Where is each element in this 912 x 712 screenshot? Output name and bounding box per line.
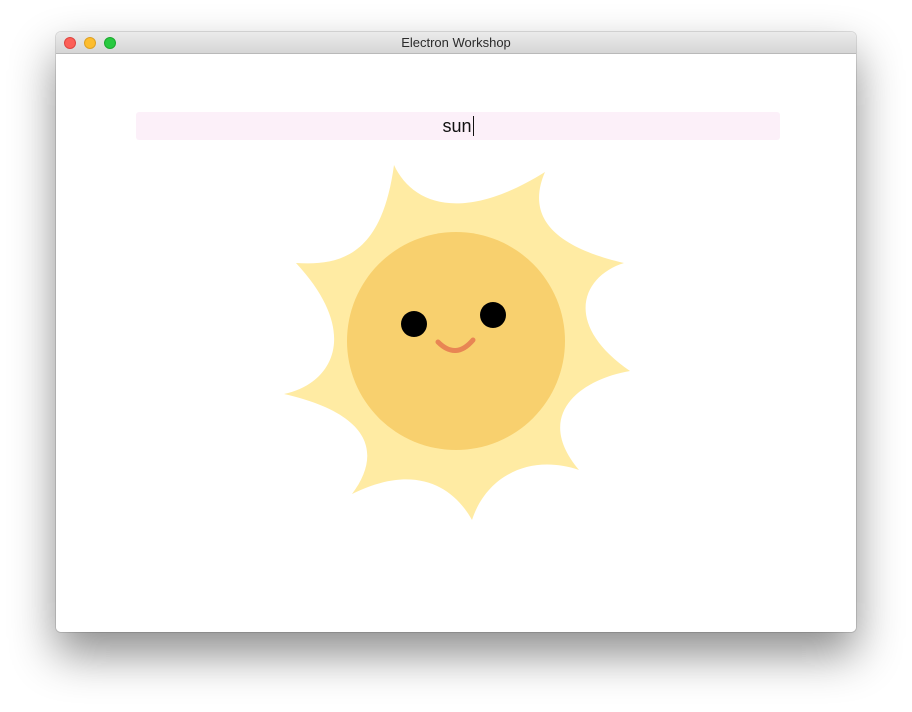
search-input-value: sun [442, 116, 472, 136]
app-window: Electron Workshop sun [56, 32, 856, 632]
smiling-sun-icon [284, 165, 630, 520]
sun-face [347, 232, 565, 450]
window-title: Electron Workshop [401, 35, 511, 50]
left-eye [401, 311, 427, 337]
title-bar[interactable]: Electron Workshop [56, 32, 856, 54]
app-content: sun [56, 54, 856, 632]
right-eye [480, 302, 506, 328]
search-input[interactable]: sun [136, 112, 780, 140]
